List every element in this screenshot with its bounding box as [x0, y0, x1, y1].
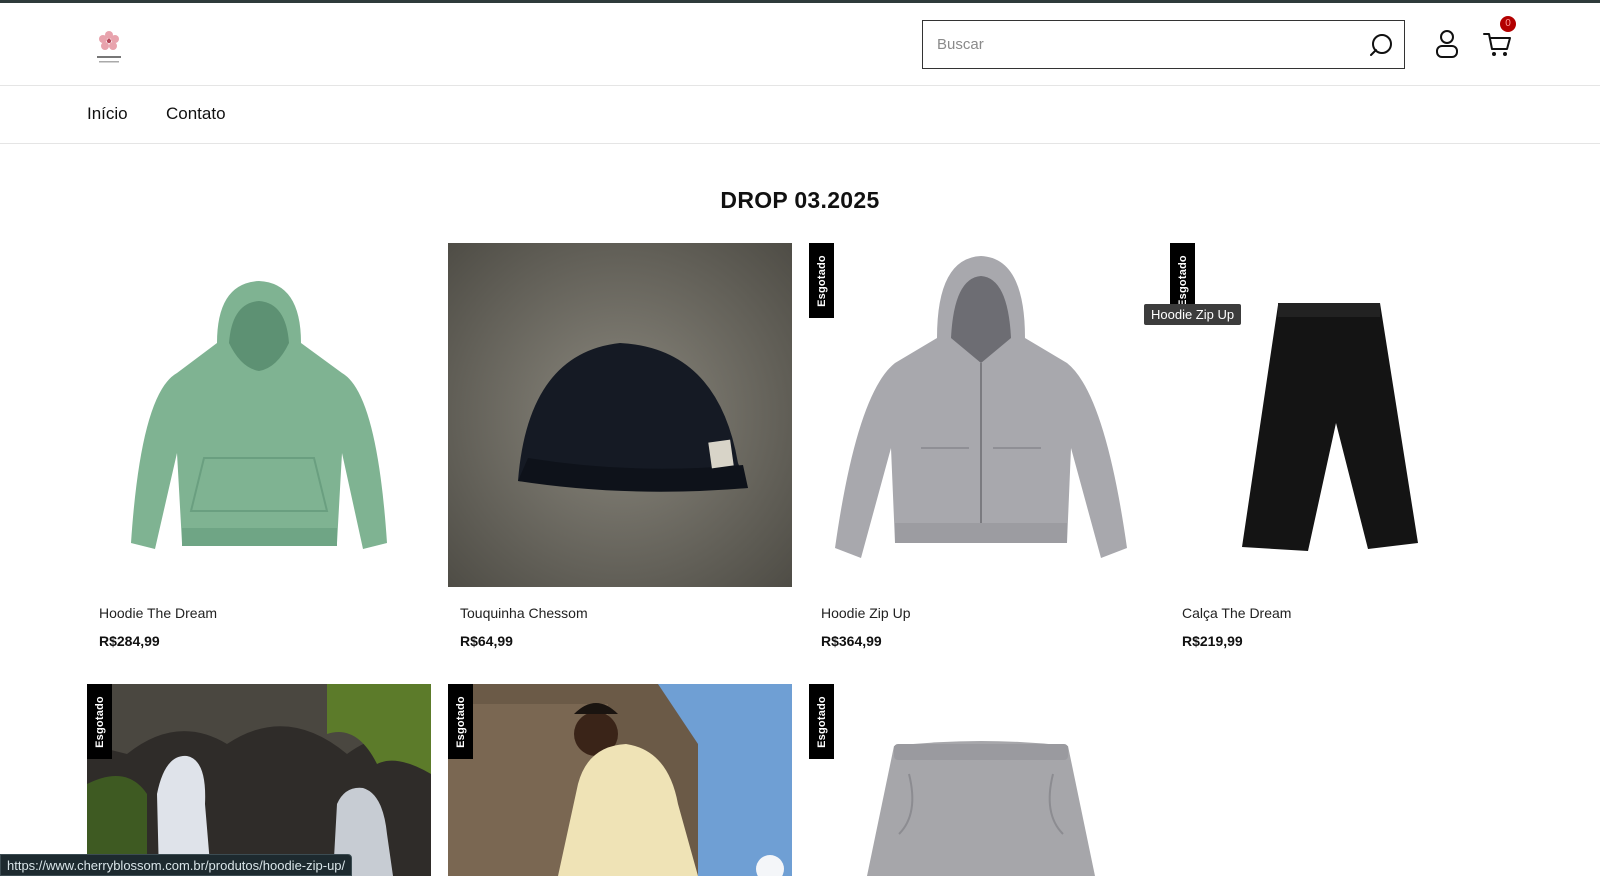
nav-link-contato[interactable]: Contato — [166, 104, 226, 124]
product-name[interactable]: Touquinha Chessom — [460, 605, 588, 621]
grey-shorts-image — [867, 741, 1095, 876]
sold-out-badge: Esgotado — [448, 684, 473, 759]
black-beanie-image — [448, 243, 792, 587]
user-icon — [1436, 30, 1458, 58]
cart-button[interactable] — [1482, 29, 1514, 59]
product-card[interactable]: Esgotado — [809, 684, 1153, 876]
site-header: 0 — [0, 3, 1600, 86]
search-icon — [1370, 34, 1392, 56]
cream-hoodie-model-image — [448, 684, 792, 876]
black-pants-image — [1242, 303, 1418, 551]
nav-link-inicio[interactable]: Início — [87, 104, 128, 124]
product-card[interactable]: Touquinha Chessom R$64,99 — [448, 243, 792, 653]
product-image[interactable] — [809, 243, 1153, 587]
grey-zip-hoodie-image — [835, 256, 1127, 558]
product-image[interactable] — [809, 684, 1153, 876]
sold-out-label: Esgotado — [815, 254, 828, 307]
product-image[interactable] — [87, 243, 431, 587]
product-image[interactable] — [448, 243, 792, 587]
sold-out-badge: Esgotado — [809, 243, 834, 318]
sold-out-label: Esgotado — [454, 695, 467, 748]
sold-out-badge: Esgotado — [87, 684, 112, 759]
section-title: DROP 03.2025 — [720, 187, 880, 213]
main-nav: Início Contato — [0, 86, 1600, 144]
cart-count-badge: 0 — [1500, 16, 1516, 32]
product-card[interactable]: Esgotado Hoodie Zip Up R$364,99 — [809, 243, 1153, 653]
cherry-blossom-logo-icon — [97, 31, 121, 63]
cart-icon — [1483, 33, 1511, 56]
browser-status-url: https://www.cherryblossom.com.br/produto… — [0, 854, 353, 876]
product-name[interactable]: Hoodie The Dream — [99, 605, 217, 621]
product-price: R$219,99 — [1182, 633, 1243, 649]
product-image[interactable] — [1170, 243, 1514, 587]
product-tooltip: Hoodie Zip Up — [1144, 304, 1242, 325]
product-card[interactable]: Hoodie The Dream R$284,99 — [87, 243, 431, 653]
product-price: R$284,99 — [99, 633, 160, 649]
product-price: R$64,99 — [460, 633, 513, 649]
product-price: R$364,99 — [821, 633, 882, 649]
search-box — [922, 20, 1405, 69]
product-image[interactable] — [87, 684, 431, 876]
sold-out-label: Esgotado — [815, 695, 828, 748]
sold-out-label: Esgotado — [93, 695, 106, 748]
sold-out-badge: Esgotado — [809, 684, 834, 759]
product-name[interactable]: Calça The Dream — [1182, 605, 1291, 621]
product-name[interactable]: Hoodie Zip Up — [821, 605, 911, 621]
search-input[interactable] — [923, 21, 1343, 68]
store-logo[interactable] — [93, 28, 125, 66]
product-card[interactable]: Esgotado — [448, 684, 792, 876]
product-image[interactable] — [448, 684, 792, 876]
search-button[interactable] — [1366, 30, 1396, 60]
account-button[interactable] — [1434, 29, 1460, 59]
white-hoodies-waterfall-image — [87, 684, 431, 876]
product-card[interactable]: Esgotado — [87, 684, 431, 876]
green-hoodie-image — [131, 281, 387, 549]
sold-out-label: Esgotado — [1176, 254, 1189, 307]
